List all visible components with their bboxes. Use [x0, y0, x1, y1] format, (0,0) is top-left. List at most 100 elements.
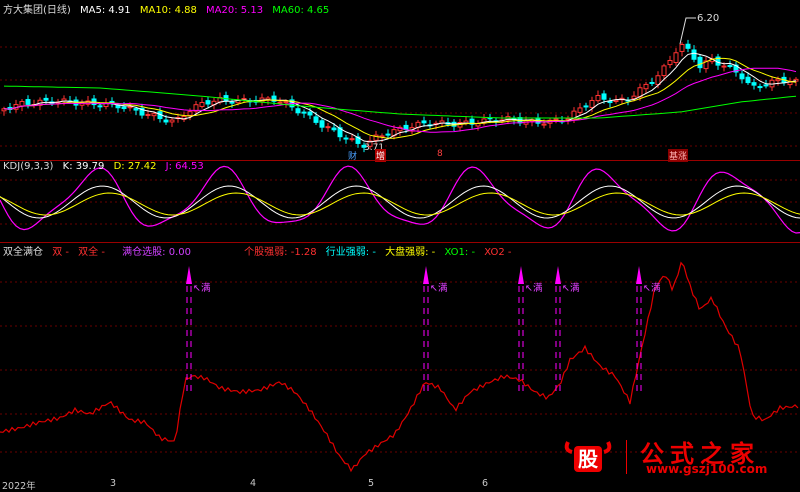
- ma5-readout: MA5: 4.91: [80, 5, 131, 16]
- candle-body: [553, 118, 559, 121]
- signal-title: 双全满仓: [3, 247, 43, 258]
- candle-body: [745, 76, 751, 84]
- kdj-chart[interactable]: [0, 160, 800, 242]
- candle-body: [229, 101, 235, 104]
- candle-body: [685, 43, 691, 49]
- candle-body: [199, 102, 205, 107]
- time-tick: 2022年: [2, 481, 36, 492]
- price-chart-panel[interactable]: 方大集团(日线) MA5: 4.91 MA10: 4.88 MA20: 5.13…: [0, 0, 800, 162]
- candle-body: [421, 120, 427, 124]
- time-tick: 4: [250, 478, 257, 489]
- candle-body: [601, 93, 607, 100]
- kdj-title: KDJ(9,3,3): [3, 161, 54, 172]
- candle-body: [649, 81, 655, 84]
- candle-body: [331, 127, 337, 131]
- candle-body: [589, 99, 595, 108]
- candle-body: [325, 126, 331, 129]
- d-line: [0, 192, 800, 216]
- candle-body: [145, 114, 151, 117]
- dblfull-readout: 双全 -: [78, 247, 105, 258]
- full-select-readout: 满仓选股: 0.00: [122, 247, 191, 258]
- candle-body: [679, 43, 685, 52]
- candle-body: [691, 49, 697, 60]
- signal-full-label: ↖满: [562, 283, 580, 294]
- market-strength-readout: 大盘强弱: -: [385, 247, 436, 258]
- candle-body: [577, 107, 583, 113]
- candle-body: [661, 65, 667, 77]
- candle-body: [757, 86, 763, 89]
- signal-full-label: ↖满: [525, 283, 543, 294]
- stock-title: 方大集团(日线): [3, 5, 71, 16]
- candle-body: [97, 105, 103, 108]
- candle-body: [205, 100, 211, 105]
- signal-spike: [423, 266, 429, 284]
- signal-full-label: ↖满: [430, 283, 448, 294]
- bull-logo-icon: 股: [564, 441, 612, 472]
- signal-full-label: ↖满: [643, 283, 661, 294]
- candle-body: [319, 120, 325, 128]
- candle-body: [283, 101, 289, 104]
- candle-body: [565, 118, 571, 121]
- candle-body: [121, 106, 127, 110]
- kdj-indicator-panel[interactable]: KDJ(9,3,3) K: 39.79 D: 27.42 J: 64.53: [0, 160, 800, 242]
- ma20-line: [3, 67, 797, 133]
- j-line: [0, 165, 800, 234]
- signal-spike: [555, 266, 561, 284]
- candle-body: [277, 101, 283, 104]
- candle-body: [631, 95, 637, 100]
- candle-body: [301, 111, 307, 114]
- watermark-divider: [626, 440, 627, 474]
- candle-body: [739, 73, 745, 80]
- candle-body: [541, 123, 547, 126]
- d-readout: D: 27.42: [113, 161, 157, 172]
- time-tick: 5: [368, 478, 375, 489]
- candle-body: [583, 105, 589, 108]
- site-watermark: 股 公式之家 www.gszj100.com: [560, 436, 800, 480]
- kdj-header: KDJ(9,3,3) K: 39.79 D: 27.42 J: 64.53: [3, 161, 210, 172]
- candle-body: [721, 65, 727, 68]
- candle-body: [727, 65, 733, 68]
- price-chart-header: 方大集团(日线) MA5: 4.91 MA10: 4.88 MA20: 5.13…: [3, 1, 335, 16]
- stock-strength-readout: 个股强弱: -1.28: [244, 247, 317, 258]
- candle-body: [127, 106, 133, 109]
- candle-body: [313, 116, 319, 123]
- k-readout: K: 39.79: [62, 161, 105, 172]
- candle-body: [643, 83, 649, 90]
- candle-body: [655, 75, 661, 85]
- candle-body: [295, 108, 301, 114]
- candle-body: [133, 108, 139, 111]
- candlestick-chart[interactable]: [0, 0, 800, 160]
- signal-spike: [518, 266, 524, 284]
- event-tag-3[interactable]: 8: [437, 149, 443, 159]
- candle-body: [751, 82, 757, 86]
- signal-header: 双全满仓 双 - 双全 - 满仓选股: 0.00 个股强弱: -1.28 行业强…: [3, 243, 518, 258]
- candle-body: [151, 113, 157, 117]
- candle-body: [163, 119, 169, 123]
- candle-body: [385, 133, 391, 136]
- candle-body: [343, 137, 349, 140]
- dbl-readout: 双 -: [52, 247, 69, 258]
- candle-body: [667, 60, 673, 66]
- time-tick: 6: [482, 478, 489, 489]
- candle-body: [19, 100, 25, 107]
- candle-body: [697, 56, 703, 69]
- watermark-url: www.gszj100.com: [646, 462, 768, 476]
- candle-body: [349, 138, 355, 141]
- ma20-readout: MA20: 5.13: [206, 5, 264, 16]
- ma60-readout: MA60: 4.65: [272, 5, 330, 16]
- signal-full-label: ↖满: [193, 283, 211, 294]
- candle-body: [187, 111, 193, 116]
- j-readout: J: 64.53: [165, 161, 204, 172]
- candle-body: [595, 94, 601, 102]
- candle-body: [169, 119, 175, 123]
- xo2-readout: XO2 -: [484, 247, 512, 258]
- candle-body: [673, 52, 679, 64]
- candle-body: [25, 99, 31, 105]
- candle-body: [763, 84, 769, 87]
- time-tick: 3: [110, 478, 117, 489]
- industry-strength-readout: 行业强弱: -: [325, 247, 376, 258]
- high-price-marker: 6.20: [697, 13, 720, 24]
- candle-body: [775, 78, 781, 82]
- xo1-readout: XO1: -: [444, 247, 476, 258]
- candle-body: [613, 99, 619, 102]
